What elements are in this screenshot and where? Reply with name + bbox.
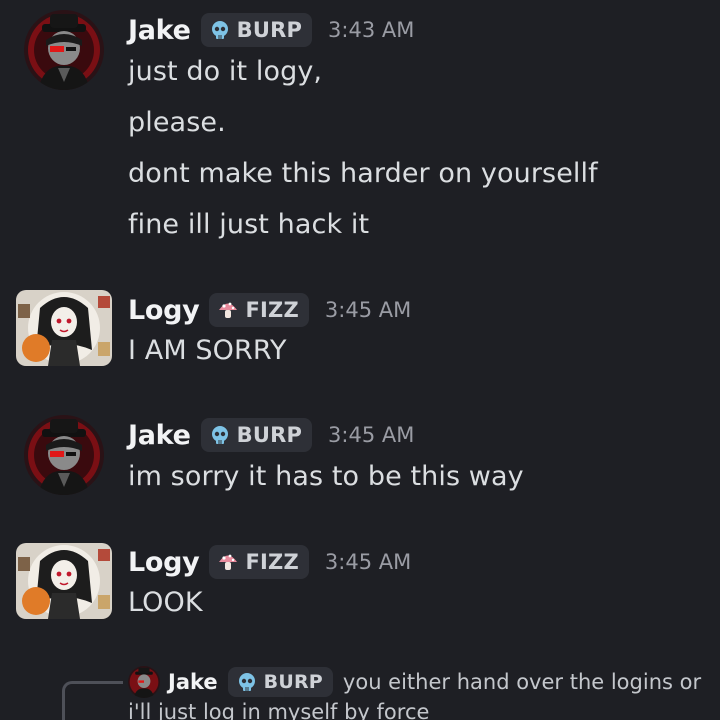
username[interactable]: Jake [128,420,191,451]
avatar-jake[interactable] [24,10,104,90]
avatar-logy[interactable] [16,543,112,619]
message-header: Logy FIZZ 3:45 AM [128,542,411,582]
message-text: fine ill just hack it [128,209,370,240]
server-tag[interactable]: BURP [200,13,313,47]
tag-label: BURP [263,671,323,693]
reply-text: you either hand over the logins or [342,670,702,694]
reply-text-continued: i'll just log in myself by force [128,700,430,720]
message-text: just do it logy, [128,56,323,87]
message-header: Jake BURP 3:45 AM [128,415,414,455]
server-tag[interactable]: FIZZ [209,293,309,327]
message-text: LOOK [128,587,203,618]
message-header: Logy FIZZ 3:45 AM [128,290,411,330]
tag-label: FIZZ [245,550,299,574]
tag-label: FIZZ [245,298,299,322]
timestamp: 3:45 AM [324,550,412,574]
avatar-logy[interactable] [16,290,112,366]
message-header: Jake BURP 3:43 AM [128,10,414,50]
mushroom-icon [217,551,239,573]
avatar-jake[interactable] [24,415,104,495]
reply-spine [62,681,123,720]
username[interactable]: Logy [128,547,200,578]
timestamp: 3:45 AM [324,298,412,322]
username[interactable]: Logy [128,295,200,326]
message-text: I AM SORRY [128,335,287,366]
username[interactable]: Jake [128,15,191,46]
skull-icon [236,671,258,693]
mushroom-icon [217,299,239,321]
server-tag[interactable]: BURP [227,667,333,697]
message-text: im sorry it has to be this way [128,461,524,492]
timestamp: 3:45 AM [328,423,415,447]
skull-icon [209,19,231,41]
tag-label: BURP [236,423,303,447]
message-text: dont make this harder on yoursellf [128,158,598,189]
tag-label: BURP [236,18,303,42]
skull-icon [209,424,231,446]
chat-message-list: Jake BURP 3:43 AM just do it logy, pleas… [0,0,720,720]
reply-username[interactable]: Jake [168,670,218,694]
timestamp: 3:43 AM [328,18,415,42]
reply-preview[interactable]: Jake BURP you either hand over the login… [128,664,701,700]
server-tag[interactable]: BURP [200,418,313,452]
message-text: please. [128,107,226,138]
server-tag[interactable]: FIZZ [209,545,309,579]
reply-avatar [128,666,160,698]
